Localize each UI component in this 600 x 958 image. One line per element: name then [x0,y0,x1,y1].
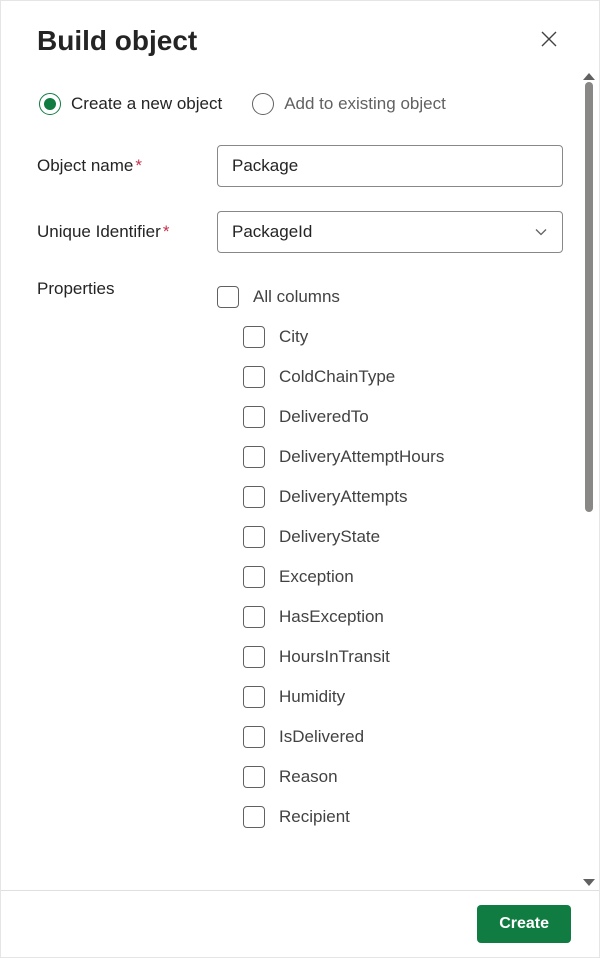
checkbox-label: All columns [253,287,340,307]
property-item[interactable]: DeliveredTo [217,397,563,437]
property-item[interactable]: IsDelivered [217,717,563,757]
property-item[interactable]: Reason [217,757,563,797]
checkbox[interactable] [217,286,239,308]
property-item[interactable]: DeliveryAttemptHours [217,437,563,477]
property-item[interactable]: DeliveryState [217,517,563,557]
radio-label: Add to existing object [284,94,446,114]
object-name-input[interactable] [217,145,563,187]
checkbox[interactable] [243,526,265,548]
property-item[interactable]: City [217,317,563,357]
all-columns-item[interactable]: All columns [217,277,563,317]
checkbox[interactable] [243,406,265,428]
property-item[interactable]: HasException [217,597,563,637]
checkbox-label: ColdChainType [279,367,395,387]
checkbox-label: HoursInTransit [279,647,390,667]
property-item[interactable]: HoursInTransit [217,637,563,677]
dialog-header: Build object [1,1,599,71]
scrollbar[interactable] [580,71,597,890]
create-button[interactable]: Create [477,905,571,943]
unique-id-select[interactable]: PackageId [217,211,563,253]
checkbox-label: DeliveryState [279,527,380,547]
properties-row: Properties All columns City ColdChainType… [37,277,563,837]
checkbox[interactable] [243,606,265,628]
scrollbar-thumb[interactable] [585,82,593,512]
checkbox-label: Humidity [279,687,345,707]
checkbox-label: Exception [279,567,354,587]
checkbox-label: DeliveryAttempts [279,487,407,507]
checkbox[interactable] [243,646,265,668]
dialog-body: Create a new object Add to existing obje… [1,71,599,890]
property-item[interactable]: DeliveryAttempts [217,477,563,517]
radio-add-existing[interactable]: Add to existing object [252,93,446,115]
properties-list: All columns City ColdChainType DeliveredTo… [217,277,563,837]
checkbox[interactable] [243,806,265,828]
checkbox-label: DeliveryAttemptHours [279,447,444,467]
required-marker: * [163,222,170,241]
scroll-down-arrow-icon[interactable] [583,879,595,886]
radio-icon [39,93,61,115]
checkbox-label: City [279,327,308,347]
chevron-down-icon [534,225,548,239]
checkbox-label: IsDelivered [279,727,364,747]
checkbox-label: Reason [279,767,338,787]
unique-id-label: Unique Identifier* [37,222,217,242]
checkbox[interactable] [243,446,265,468]
radio-icon [252,93,274,115]
close-icon [539,29,559,54]
checkbox-label: HasException [279,607,384,627]
property-item[interactable]: Recipient [217,797,563,837]
dialog-footer: Create [1,890,599,957]
checkbox[interactable] [243,726,265,748]
property-item[interactable]: Exception [217,557,563,597]
object-name-label: Object name* [37,156,217,176]
required-marker: * [135,156,142,175]
checkbox[interactable] [243,766,265,788]
checkbox[interactable] [243,366,265,388]
checkbox[interactable] [243,686,265,708]
close-button[interactable] [533,25,565,57]
checkbox[interactable] [243,566,265,588]
radio-label: Create a new object [71,94,222,114]
scroll-up-arrow-icon[interactable] [583,73,595,80]
properties-label: Properties [37,277,217,837]
dialog-title: Build object [37,25,197,57]
unique-id-row: Unique Identifier* PackageId [37,211,563,253]
property-item[interactable]: Humidity [217,677,563,717]
scrollbar-track[interactable] [585,82,593,879]
mode-radio-group: Create a new object Add to existing obje… [37,93,563,115]
checkbox[interactable] [243,486,265,508]
select-value: PackageId [232,222,312,242]
checkbox-label: Recipient [279,807,350,827]
radio-create-new[interactable]: Create a new object [39,93,222,115]
checkbox[interactable] [243,326,265,348]
checkbox-label: DeliveredTo [279,407,369,427]
scroll-region: Create a new object Add to existing obje… [1,71,599,890]
object-name-row: Object name* [37,145,563,187]
property-item[interactable]: ColdChainType [217,357,563,397]
